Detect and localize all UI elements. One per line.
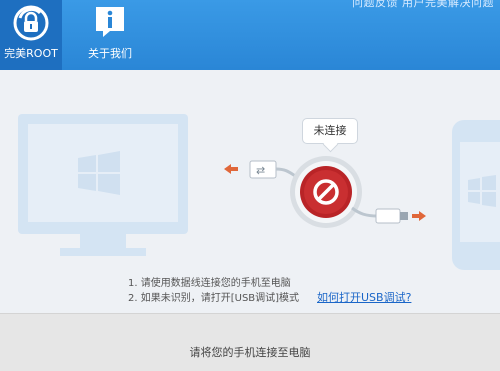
arrow-left-icon bbox=[224, 164, 238, 174]
tab-about-us[interactable]: 关于我们 bbox=[70, 0, 150, 70]
svg-text:⇄: ⇄ bbox=[256, 164, 265, 177]
tab-label: 关于我们 bbox=[88, 47, 132, 60]
arrow-right-icon bbox=[412, 211, 426, 221]
connection-graphic: ⇄ bbox=[224, 156, 426, 228]
main-panel: 未连接 ⇄ 1. 请使用数据线连接您的手机至电脑 2. 如果未识别，请打开[US… bbox=[0, 70, 500, 313]
usb-debug-help-link[interactable]: 如何打开USB调试? bbox=[317, 289, 411, 305]
header-note[interactable]: 问题反馈 用户完美解决问题 bbox=[352, 0, 494, 10]
connection-instructions: 1. 请使用数据线连接您的手机至电脑 2. 如果未识别，请打开[USB调试]模式 bbox=[128, 276, 299, 306]
top-bar: 完美ROOT 关于我们 问题反馈 用户完美解决问题 bbox=[0, 0, 500, 70]
instruction-line-2: 2. 如果未识别，请打开[USB调试]模式 bbox=[128, 293, 300, 304]
tab-perfect-root[interactable]: 完美ROOT bbox=[0, 0, 62, 70]
phone-illustration bbox=[452, 120, 500, 270]
footer-status-text: 请将您的手机连接至电脑 bbox=[189, 346, 311, 359]
connection-status-bubble: 未连接 bbox=[302, 118, 358, 144]
usb-plug-right-icon bbox=[375, 208, 401, 224]
lock-icon bbox=[13, 5, 49, 41]
info-icon bbox=[96, 7, 124, 37]
monitor-illustration bbox=[18, 114, 188, 256]
instruction-line-1: 1. 请使用数据线连接您的手机至电脑 bbox=[128, 278, 291, 289]
tab-label: 完美ROOT bbox=[4, 47, 58, 60]
status-footer: 请将您的手机连接至电脑 bbox=[0, 313, 500, 371]
